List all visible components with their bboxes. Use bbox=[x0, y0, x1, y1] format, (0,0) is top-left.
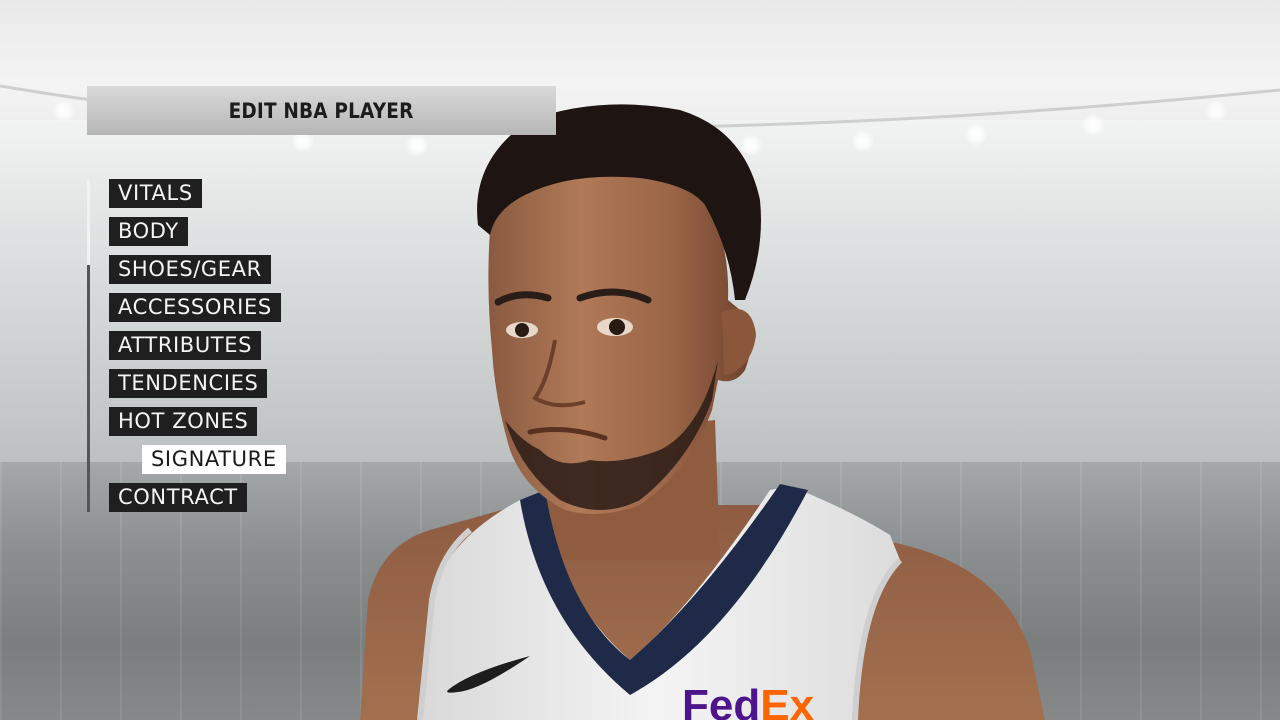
menu-item-signature[interactable]: SIGNATURE bbox=[142, 445, 286, 474]
fedex-sponsor-logo: FedEx bbox=[682, 681, 815, 720]
menu-item-tendencies[interactable]: TENDENCIES bbox=[109, 369, 268, 398]
menu-item-body[interactable]: BODY bbox=[109, 217, 188, 246]
menu-scroll-thumb[interactable] bbox=[87, 180, 90, 265]
menu-item-shoes-gear[interactable]: SHOES/GEAR bbox=[109, 255, 271, 284]
menu-item-hot-zones[interactable]: HOT ZONES bbox=[109, 407, 258, 436]
svg-text:FedEx: FedEx bbox=[682, 681, 815, 720]
menu-item-attributes[interactable]: ATTRIBUTES bbox=[109, 331, 262, 360]
menu-item-vitals[interactable]: VITALS bbox=[109, 179, 202, 208]
menu-item-contract[interactable]: CONTRACT bbox=[109, 483, 247, 512]
menu-item-accessories[interactable]: ACCESSORIES bbox=[109, 293, 281, 322]
header-bar: EDIT NBA PLAYER bbox=[87, 86, 556, 135]
page-title: EDIT NBA PLAYER bbox=[229, 98, 414, 123]
